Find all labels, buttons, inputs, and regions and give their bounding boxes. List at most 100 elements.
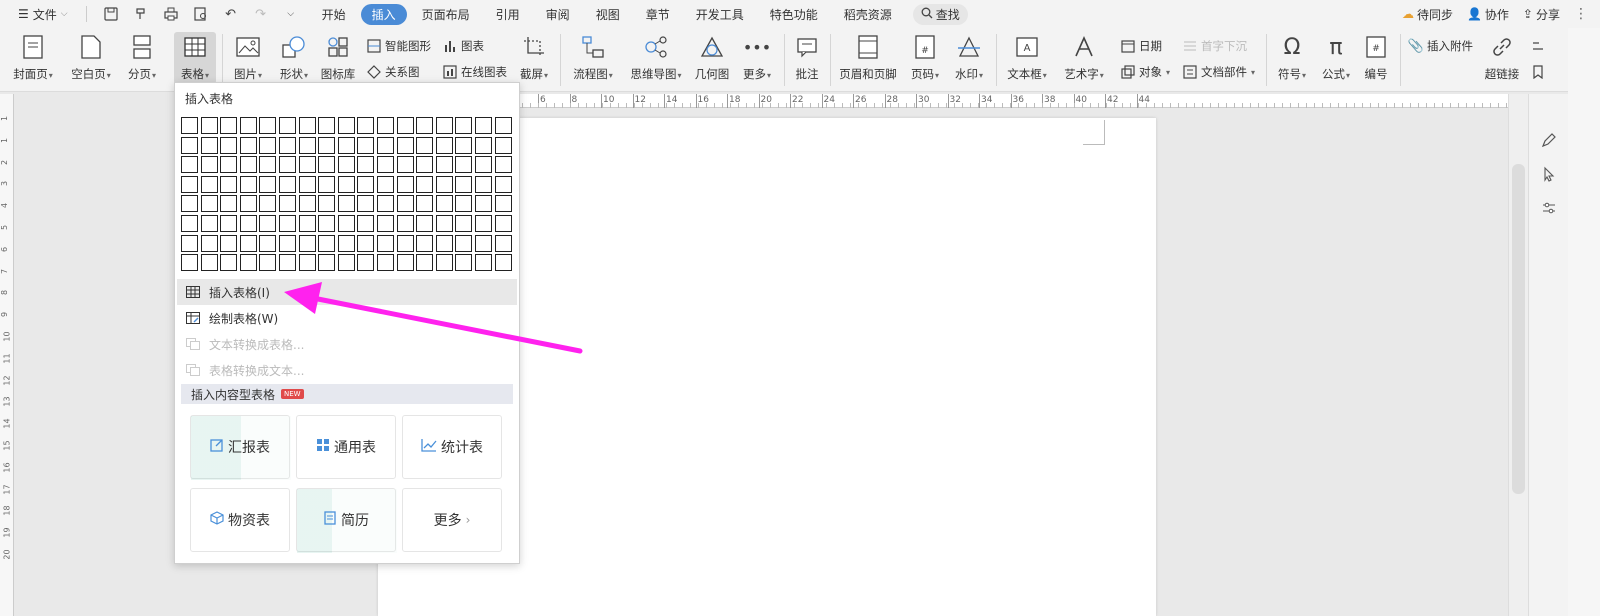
table-grid-cell[interactable] (318, 214, 336, 232)
table-grid-cell[interactable] (239, 156, 257, 174)
table-grid-cell[interactable] (181, 175, 198, 193)
table-grid-cell[interactable] (298, 156, 316, 174)
table-grid-cell[interactable] (396, 234, 414, 252)
page-break-button[interactable]: 分页▾ (122, 32, 162, 82)
tab-references[interactable]: 引用 (485, 4, 531, 25)
table-grid-cell[interactable] (337, 214, 355, 232)
table-grid-cell[interactable] (357, 136, 375, 154)
table-grid-cell[interactable] (318, 175, 336, 193)
table-grid-cell[interactable] (474, 136, 492, 154)
template-materials-table[interactable]: 物资表 (190, 488, 290, 552)
table-grid-cell[interactable] (220, 214, 238, 232)
table-grid-cell[interactable] (239, 175, 257, 193)
vertical-scrollbar[interactable] (1508, 94, 1528, 616)
cursor-icon[interactable] (1539, 164, 1559, 184)
table-grid-cell[interactable] (259, 156, 277, 174)
table-grid-cell[interactable] (455, 156, 473, 174)
template-more[interactable]: 更多 › (402, 488, 502, 552)
doc-parts-button[interactable]: 文档部件 ▾ (1182, 64, 1255, 80)
table-grid-cell[interactable] (337, 195, 355, 213)
table-grid-cell[interactable] (396, 254, 414, 272)
file-menu[interactable]: ☰ 文件 ⌵ (12, 6, 74, 23)
insert-attachment-button[interactable]: 📎 插入附件 (1408, 38, 1473, 54)
tab-insert[interactable]: 插入 (360, 3, 407, 25)
table-grid-cell[interactable] (357, 195, 375, 213)
table-grid-cell[interactable] (239, 136, 257, 154)
table-grid-cell[interactable] (259, 234, 277, 252)
table-grid-cell[interactable] (278, 136, 296, 154)
table-grid-cell[interactable] (200, 156, 218, 174)
drop-cap-button[interactable]: 首字下沉 (1182, 38, 1247, 54)
table-grid-cell[interactable] (494, 254, 512, 272)
table-grid-cell[interactable] (181, 136, 198, 154)
table-grid-cell[interactable] (318, 234, 336, 252)
table-grid-cell[interactable] (181, 195, 198, 213)
save-icon[interactable] (99, 3, 123, 25)
table-grid-cell[interactable] (220, 234, 238, 252)
table-grid-cell[interactable] (337, 117, 355, 134)
table-grid-cell[interactable] (435, 234, 453, 252)
tab-view[interactable]: 视图 (585, 4, 631, 25)
table-grid-cell[interactable] (494, 234, 512, 252)
table-grid-cell[interactable] (435, 175, 453, 193)
table-grid-cell[interactable] (396, 195, 414, 213)
table-grid-cell[interactable] (337, 156, 355, 174)
screenshot-button[interactable]: 截屏▾ (516, 32, 552, 82)
table-grid-cell[interactable] (396, 117, 414, 134)
comment-button[interactable]: 批注 (790, 32, 824, 82)
table-grid-cell[interactable] (435, 117, 453, 134)
header-footer-button[interactable]: 页眉和页脚 (836, 32, 900, 82)
pen-icon[interactable] (1539, 130, 1559, 150)
table-grid-cell[interactable] (494, 117, 512, 134)
table-grid-cell[interactable] (455, 254, 473, 272)
table-grid-cell[interactable] (181, 117, 198, 134)
table-grid-cell[interactable] (337, 234, 355, 252)
more-options-icon[interactable]: ⋮ (1574, 6, 1588, 22)
table-to-text-item[interactable]: 表格转换成文本... (177, 357, 517, 383)
tab-docer[interactable]: 稻壳资源 (833, 4, 903, 25)
table-grid-cell[interactable] (416, 117, 434, 134)
object-button[interactable]: 对象 ▾ (1120, 64, 1170, 80)
table-grid-cell[interactable] (181, 234, 198, 252)
formula-button[interactable]: π 公式▾ (1316, 32, 1356, 82)
table-grid-cell[interactable] (494, 156, 512, 174)
table-grid-cell[interactable] (435, 156, 453, 174)
table-grid-cell[interactable] (474, 117, 492, 134)
table-grid-cell[interactable] (259, 136, 277, 154)
table-grid-cell[interactable] (220, 195, 238, 213)
undo-icon[interactable]: ↶ (219, 3, 243, 25)
table-grid-cell[interactable] (455, 214, 473, 232)
table-grid-cell[interactable] (357, 254, 375, 272)
date-button[interactable]: 日期 (1120, 38, 1162, 54)
share-button[interactable]: ⇪ 分享 (1523, 6, 1560, 23)
table-grid-cell[interactable] (298, 214, 316, 232)
numbering-button[interactable]: # 编号 (1358, 32, 1394, 82)
table-grid-cell[interactable] (376, 214, 394, 232)
table-grid-cell[interactable] (181, 156, 198, 174)
table-grid-cell[interactable] (259, 195, 277, 213)
collaborate-button[interactable]: 👤 协作 (1467, 6, 1509, 23)
table-grid-cell[interactable] (200, 117, 218, 134)
table-button[interactable]: 表格▾ (174, 32, 216, 84)
shape-button[interactable]: 形状▾ (274, 32, 314, 82)
table-grid-cell[interactable] (474, 175, 492, 193)
table-grid-cell[interactable] (278, 254, 296, 272)
table-grid-cell[interactable] (298, 234, 316, 252)
smart-art-button[interactable]: 智能图形 (366, 38, 431, 54)
adjust-icon[interactable] (1539, 198, 1559, 218)
tab-features[interactable]: 特色功能 (759, 4, 829, 25)
table-grid-cell[interactable] (416, 195, 434, 213)
table-grid-cell[interactable] (376, 156, 394, 174)
insert-table-item[interactable]: 插入表格(I) (177, 279, 517, 305)
table-grid-cell[interactable] (494, 195, 512, 213)
flowchart-button[interactable]: 流程图▾ (568, 32, 618, 82)
table-grid-cell[interactable] (337, 254, 355, 272)
relation-button[interactable]: 关系图 (366, 64, 420, 80)
table-grid-cell[interactable] (298, 117, 316, 134)
table-grid-cell[interactable] (278, 156, 296, 174)
table-grid-cell[interactable] (474, 195, 492, 213)
format-painter-icon[interactable] (129, 3, 153, 25)
table-grid-cell[interactable] (416, 156, 434, 174)
table-grid-cell[interactable] (494, 136, 512, 154)
watermark-button[interactable]: 水印▾ (948, 32, 990, 82)
